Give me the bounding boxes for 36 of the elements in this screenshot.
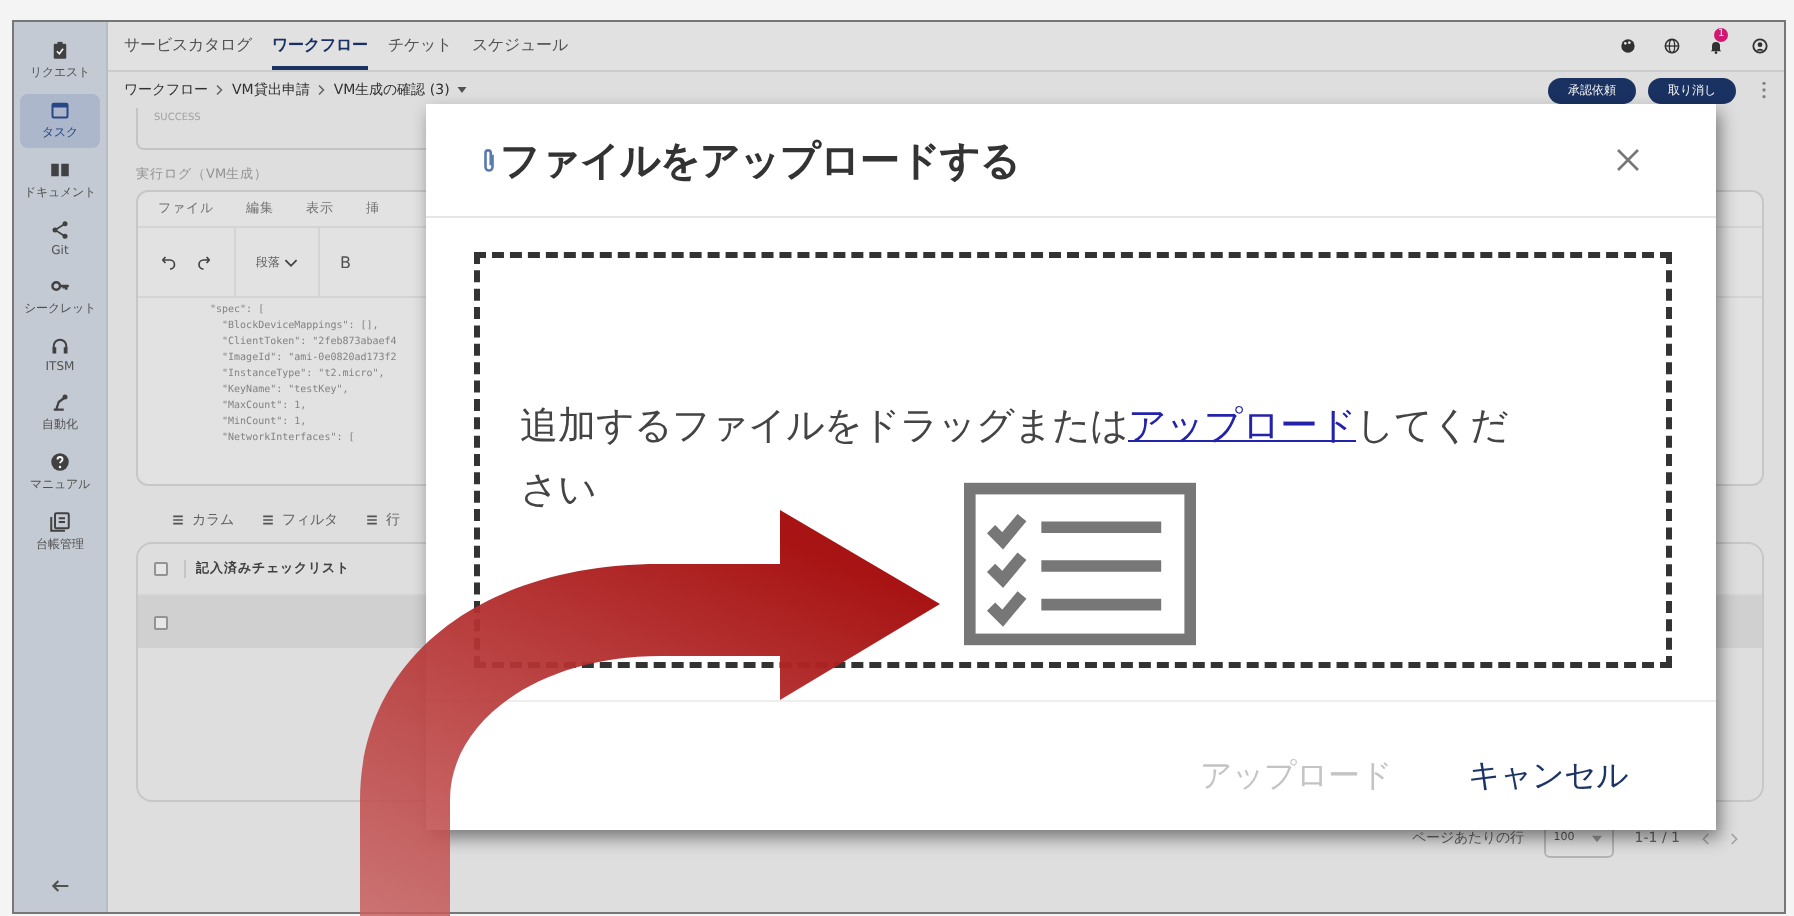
dialog-button[interactable]: キャンセル	[1460, 743, 1636, 809]
checkbox[interactable]	[154, 562, 168, 576]
toolbar-icon	[366, 514, 378, 526]
account-icon[interactable]	[1752, 38, 1768, 54]
upload-link[interactable]: アップロード	[1128, 404, 1356, 448]
nav-tab[interactable]: ワークフロー	[272, 22, 368, 70]
globe-icon[interactable]	[1664, 38, 1680, 54]
toolbar-icon	[172, 514, 184, 526]
calendar-icon	[50, 100, 70, 120]
more-options-icon[interactable]	[1760, 80, 1768, 100]
nav-tab[interactable]: スケジュール	[472, 22, 568, 70]
dialog-title: ファイルをアップロードする	[500, 133, 1020, 187]
key-icon	[50, 276, 70, 296]
dropdown-caret-icon[interactable]	[455, 84, 468, 96]
paperclip-icon	[482, 146, 496, 174]
ledger-icon	[50, 512, 70, 532]
chevron-down-icon	[284, 257, 298, 267]
toolbar-icon	[262, 514, 274, 526]
undo-icon[interactable]	[158, 253, 176, 271]
chevron-right-icon	[214, 84, 226, 96]
redo-icon[interactable]	[196, 253, 214, 271]
share-icon	[50, 220, 70, 240]
nav-tab[interactable]: サービスカタログ	[124, 22, 252, 70]
checkbox[interactable]	[154, 615, 168, 629]
book-icon	[50, 160, 70, 180]
chevron-right-icon	[315, 84, 328, 96]
headset-icon	[50, 336, 70, 356]
nav-tab[interactable]: チケット	[388, 22, 452, 70]
bell-icon[interactable]	[1708, 38, 1724, 54]
clipboard-icon	[50, 40, 70, 60]
checklist-icon	[964, 482, 1196, 646]
back-arrow-icon[interactable]	[50, 876, 70, 896]
drop-instruction: 追加するファイルをドラッグまたはアップロード してください	[520, 402, 1510, 516]
close-icon[interactable]	[1616, 148, 1640, 172]
bold-button[interactable]: B	[340, 253, 351, 271]
help-icon	[50, 452, 70, 472]
